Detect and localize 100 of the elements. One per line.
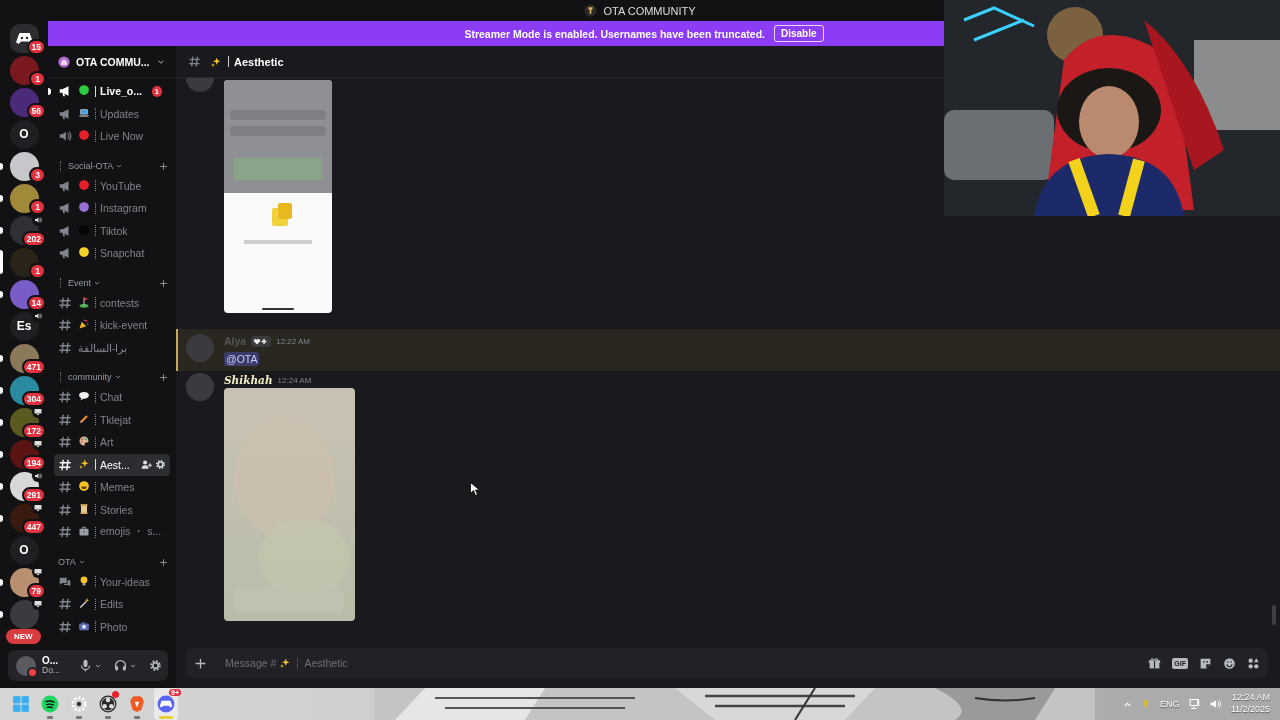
screen-icon — [34, 440, 42, 448]
home-button[interactable] — [9, 23, 39, 53]
channel-item[interactable]: Your-ideas — [54, 570, 170, 593]
channel-item[interactable]: Instagram — [54, 197, 170, 220]
avatar — [186, 334, 214, 362]
category-toggle[interactable]: Event — [58, 277, 159, 288]
smiley-icon[interactable] — [1223, 656, 1236, 670]
server-icon — [58, 55, 70, 68]
channel-item[interactable]: Tiktok — [54, 219, 170, 242]
hash-icon — [58, 340, 72, 355]
sparkles-icon — [210, 55, 222, 68]
gear-app-icon — [70, 695, 88, 713]
channel-item[interactable]: Stories — [54, 498, 170, 521]
server-icon[interactable]: Es — [9, 311, 39, 341]
add-channel-icon[interactable] — [159, 161, 168, 171]
scroll-icon — [78, 502, 90, 515]
disable-button[interactable]: Disable — [773, 25, 824, 42]
hash-icon — [58, 480, 72, 495]
microphone-icon[interactable] — [79, 659, 92, 672]
channel-item[interactable]: Snapchat — [54, 242, 170, 265]
hash-icon — [58, 295, 72, 310]
running-indicator — [76, 716, 82, 719]
camera-icon — [78, 619, 90, 632]
channel-item[interactable]: Aest... — [54, 453, 170, 476]
megaphone-icon — [58, 178, 72, 193]
unread-count-badge: 202 — [21, 231, 46, 247]
category-toggle[interactable]: community — [58, 372, 159, 382]
user-name: O... — [42, 654, 60, 667]
add-channel-icon[interactable] — [159, 278, 168, 288]
music-app-icon — [41, 695, 59, 713]
settings-icon[interactable] — [149, 659, 162, 672]
browser-shield-icon — [128, 695, 146, 713]
category-toggle[interactable]: Social-OTA — [58, 160, 159, 171]
channel-item[interactable]: Tklejat — [54, 408, 170, 431]
active-indicator — [159, 716, 173, 719]
server-icon[interactable] — [9, 87, 39, 117]
hash-icon — [58, 412, 72, 427]
author-name: Shikhah — [224, 374, 273, 386]
hash-icon — [58, 435, 72, 450]
add-attachment-icon[interactable] — [194, 656, 207, 670]
megaphone-icon — [58, 223, 72, 238]
speech-bubble-icon — [78, 390, 90, 403]
controller-icon — [15, 31, 33, 45]
unread-count-badge: 291 — [21, 487, 46, 503]
channel-item[interactable]: YouTube — [54, 174, 170, 197]
server-icon[interactable]: O — [9, 535, 39, 565]
apps-icon[interactable] — [1247, 656, 1260, 670]
channel-item[interactable]: Chat — [54, 386, 170, 409]
unread-count-badge: 194 — [21, 455, 46, 471]
windows-start-icon — [12, 695, 30, 713]
hash-icon — [58, 502, 72, 517]
unread-count-badge: 1 — [29, 263, 46, 279]
screen-icon — [34, 600, 42, 608]
channel-item[interactable]: Updates — [54, 102, 170, 125]
server-icon[interactable] — [9, 151, 39, 181]
briefcase-icon — [78, 525, 90, 538]
speaker-icon — [34, 312, 42, 320]
channel-item[interactable]: Live_o... 1 — [54, 80, 170, 103]
channel-item[interactable]: Edits — [54, 593, 170, 616]
mention-link[interactable]: @OTA — [224, 352, 260, 366]
channel-item[interactable]: Live Now — [54, 125, 170, 148]
timestamp: 12:24 AM — [277, 375, 312, 385]
avatar — [186, 373, 214, 401]
chevron-icon — [113, 373, 122, 381]
megaphone-icon — [58, 84, 72, 99]
channel-item[interactable]: برا-السالفة — [54, 336, 170, 359]
sticker-icon[interactable] — [1199, 656, 1212, 670]
hash-icon — [58, 457, 72, 472]
add-member-icon[interactable] — [141, 459, 152, 471]
channel-item[interactable]: Memes — [54, 476, 170, 499]
megaphone-icon — [58, 106, 72, 121]
channel-title: Aesthetic — [234, 55, 284, 68]
unread-count-badge: 471 — [21, 359, 46, 375]
unread-count-badge: 1 — [29, 199, 46, 215]
add-channel-icon[interactable] — [159, 373, 168, 382]
category-toggle[interactable]: OTA — [58, 556, 159, 567]
unread-count-badge: 447 — [21, 519, 46, 535]
cursor-icon — [470, 482, 480, 496]
unread-count-badge: 1 — [29, 71, 46, 87]
window-title: OTA COMMUNITY — [603, 4, 696, 17]
speaker-icon — [34, 472, 42, 480]
channel-item[interactable]: Photo — [54, 615, 170, 638]
banner-text: Streamer Mode is enabled. Usernames have been truncated. — [464, 27, 765, 40]
server-icon[interactable] — [9, 279, 39, 309]
server-icon[interactable]: O — [9, 119, 39, 149]
author-name: Alya — [224, 335, 247, 347]
gift-icon[interactable] — [1148, 656, 1162, 670]
add-channel-icon[interactable] — [159, 557, 168, 567]
channel-item[interactable]: emojis ・ s... — [54, 521, 170, 544]
channel-item[interactable]: Art — [54, 431, 170, 454]
message-input[interactable]: Message # Aesthetic — [225, 648, 1149, 678]
sparkles-icon — [78, 457, 90, 470]
pencil-icon — [78, 412, 90, 425]
scrollbar[interactable] — [1272, 605, 1276, 625]
headphones-icon[interactable] — [114, 659, 127, 672]
recording-app-icon — [99, 695, 117, 713]
channel-item[interactable]: contests — [54, 291, 170, 314]
settings-icon[interactable] — [155, 459, 166, 471]
channel-item[interactable]: kick-event — [54, 314, 170, 337]
running-indicator — [134, 716, 140, 719]
